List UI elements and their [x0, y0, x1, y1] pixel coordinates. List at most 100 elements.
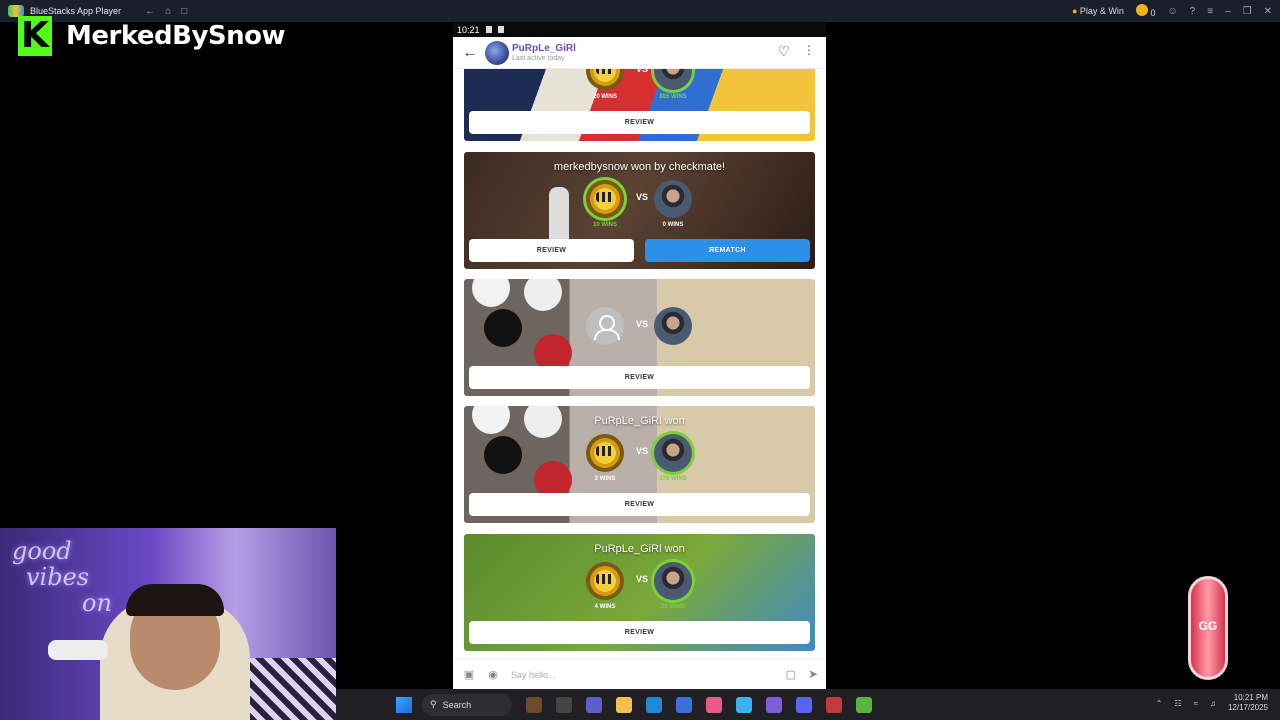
opponent-wins: 20 WINS [660, 604, 685, 610]
player-avatar [586, 562, 624, 600]
heart-icon[interactable]: ♡ [777, 43, 790, 60]
game-result-message: PuRpLe_GiRl won [594, 543, 685, 555]
chat-header: ← PuRpLe_GiRl Last active today ♡ ⋮ [453, 37, 826, 69]
network-icon[interactable]: ☷ [1174, 699, 1181, 708]
placeholder-avatar-icon [586, 307, 624, 345]
obs-icon[interactable] [826, 696, 842, 713]
game-card: PuRpLe_GiRl won VS 2 WINS 278 WINS REVIE… [464, 406, 815, 523]
more-options-icon[interactable]: ⋮ [803, 43, 815, 57]
widgets-icon[interactable] [526, 696, 542, 713]
start-icon[interactable] [396, 696, 412, 713]
neon-line: on [82, 589, 112, 617]
phone-screen: 10:21 ← PuRpLe_GiRl Last active today ♡ … [453, 22, 826, 689]
vs-label: VS [636, 192, 649, 202]
file-icon[interactable] [556, 696, 572, 713]
search-label: Search [442, 699, 472, 710]
message-input[interactable]: Say hello... [511, 670, 556, 680]
player-avatar [586, 434, 624, 472]
notification-icon [485, 26, 492, 33]
review-button[interactable]: REVIEW [469, 366, 810, 389]
matchup: VS [464, 307, 815, 355]
teams-icon[interactable] [586, 696, 602, 713]
close-icon[interactable]: ✕ [1264, 6, 1272, 17]
chevron-up-icon[interactable]: ⌃ [1156, 699, 1163, 708]
neon-line: vibes [26, 563, 90, 591]
back-arrow-icon[interactable]: ← [459, 44, 481, 62]
player-wins: 20 WINS [592, 94, 617, 100]
game-card: VS 20 WINS 885 WINS REVIEW [464, 69, 815, 141]
matchup: VS 2 WINS 278 WINS [464, 434, 815, 482]
app-icon[interactable] [766, 696, 782, 713]
status-time: 10:21 [457, 24, 480, 35]
clock[interactable]: 10:21 PM 12/17/2025 [1228, 693, 1268, 713]
review-button[interactable]: REVIEW [469, 239, 634, 262]
streamer-brand: K MerkedBySnow [18, 16, 286, 56]
profile-info[interactable]: PuRpLe_GiRl Last active today [512, 43, 576, 62]
clock-date: 12/17/2025 [1227, 703, 1268, 712]
account-icon[interactable]: ☺ [1167, 6, 1177, 17]
windows-taskbar: ⚲ Search ⌃ ☷ ≈ ♫ 10:21 PM 12/17/2025 [336, 689, 1280, 720]
player-avatar [586, 180, 624, 218]
back-icon[interactable]: ← [145, 6, 155, 17]
checker-piece-decoration [472, 279, 510, 307]
bluestacks-icon[interactable] [856, 696, 872, 713]
review-button[interactable]: REVIEW [469, 111, 810, 134]
coin-icon [1135, 4, 1148, 16]
minimize-icon[interactable]: – [1225, 6, 1231, 17]
clock-time: 10:21 PM [1233, 693, 1268, 702]
restore-icon[interactable]: ❐ [1243, 6, 1252, 17]
help-icon[interactable]: ? [1190, 6, 1196, 17]
copilot-icon[interactable] [736, 696, 752, 713]
matchup: VS 20 WINS 885 WINS [464, 69, 815, 100]
game-card: VS REVIEW [464, 279, 815, 396]
home-icon[interactable]: ⌂ [165, 6, 171, 17]
vs-label: VS [636, 319, 649, 329]
headphones-icon [126, 584, 224, 616]
search-icon: ⚲ [430, 699, 437, 709]
taskbar-search[interactable]: ⚲ Search [422, 693, 512, 716]
player-wins: 2 WINS [594, 476, 616, 482]
neon-sign: good vibes on [12, 538, 112, 616]
opponent-avatar [654, 180, 692, 218]
discord-icon[interactable] [796, 696, 812, 713]
game-history-feed[interactable]: VS 20 WINS 885 WINS REVIEW merkedbysnow … [453, 69, 826, 659]
lock-icon [497, 26, 504, 33]
store-icon[interactable] [676, 696, 692, 713]
send-icon[interactable]: ➤ [808, 667, 818, 681]
folder-icon[interactable] [616, 696, 632, 713]
wifi-icon[interactable]: ≈ [1194, 699, 1198, 708]
menu-icon[interactable]: ≡ [1207, 6, 1213, 17]
profile-name: PuRpLe_GiRl [512, 43, 576, 54]
volume-icon[interactable]: ♫ [1210, 699, 1216, 708]
opponent-wins: 0 WINS [662, 222, 684, 228]
opponent-avatar [654, 434, 692, 472]
game-result-message: PuRpLe_GiRl won [594, 415, 685, 427]
rematch-button[interactable]: REMATCH [645, 239, 810, 262]
player-wins: 10 WINS [592, 222, 617, 228]
gamepad-icon[interactable]: ◉ [485, 668, 501, 681]
bed-decoration [240, 658, 336, 720]
opponent-avatar [654, 69, 692, 90]
edge-icon[interactable] [646, 696, 662, 713]
image-icon[interactable]: ▣ [461, 668, 477, 681]
microphone-icon [48, 640, 108, 660]
bluestacks-nav: ← ⌂ □ [145, 6, 187, 17]
vs-label: VS [636, 69, 649, 74]
review-button[interactable]: REVIEW [469, 621, 810, 644]
profile-avatar[interactable] [485, 40, 509, 65]
bluestacks-controls: ● Play & Win 0 ☺ ? ≡ – ❐ ✕ [1072, 0, 1272, 22]
opponent-avatar [654, 307, 692, 345]
game-card: PuRpLe_GiRl won VS 4 WINS 20 WINS REVIEW [464, 534, 815, 651]
floating-chip-button[interactable]: GG [1188, 576, 1228, 680]
app-icon[interactable] [706, 696, 722, 713]
chip-label: GG [1198, 619, 1218, 633]
status-bar: 10:21 [453, 22, 826, 37]
webcam-overlay: good vibes on [0, 528, 336, 720]
tabs-icon[interactable]: □ [181, 6, 187, 17]
sticker-icon[interactable]: ▢ [786, 668, 796, 681]
play-win-button[interactable]: ● Play & Win [1072, 6, 1124, 16]
coin-balance: 0 [1135, 4, 1155, 18]
review-button[interactable]: REVIEW [469, 493, 810, 516]
opponent-wins: 278 WINS [659, 476, 687, 482]
kick-logo-icon: K [18, 16, 52, 56]
